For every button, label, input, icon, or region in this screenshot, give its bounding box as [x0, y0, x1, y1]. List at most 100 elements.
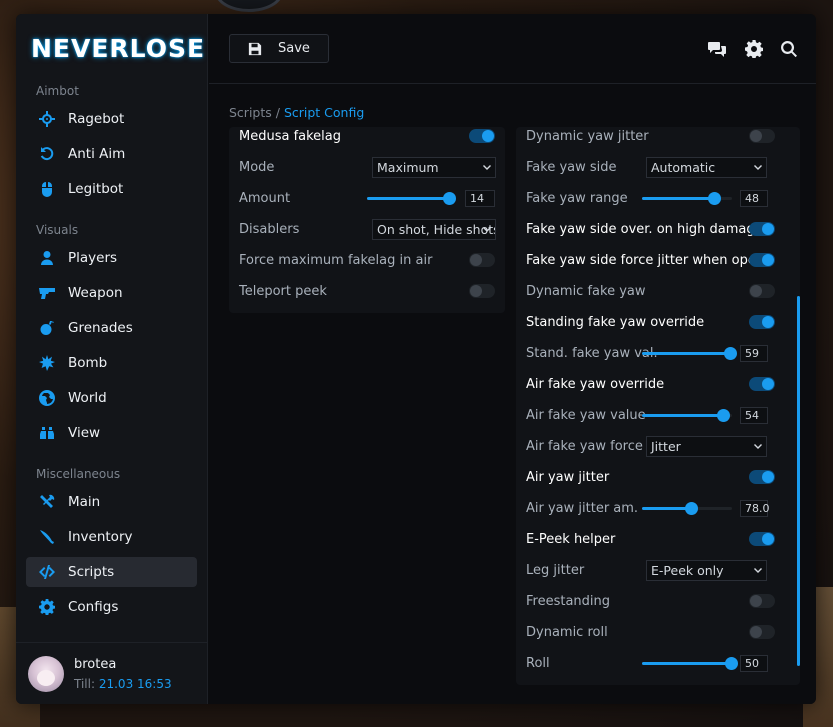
main-area: Save Scripts / Script Config Medusa fake… — [209, 14, 816, 704]
slider-stand-fake-yaw-val[interactable] — [642, 347, 737, 360]
slider-value[interactable]: 50 — [740, 655, 768, 672]
setting-label: Air yaw jitter — [526, 470, 610, 485]
till-value: 21.03 16:53 — [98, 677, 172, 691]
toggle-dynamic-roll[interactable] — [749, 625, 775, 639]
slider-knob[interactable] — [725, 657, 738, 670]
toggle-knob — [750, 130, 762, 142]
slider-knob[interactable] — [708, 192, 721, 205]
toggle-air-fake-yaw-override[interactable] — [749, 377, 775, 391]
slider-knob[interactable] — [685, 502, 698, 515]
sidebar-item-label: Scripts — [68, 564, 115, 580]
toggle-knob — [762, 316, 774, 328]
sidebar-item-label: Anti Aim — [68, 146, 126, 162]
dropdown-air-fake-yaw-force-side[interactable]: Jitter — [646, 436, 767, 457]
sidebar-item-anti-aim[interactable]: Anti Aim — [26, 139, 197, 169]
slider-value[interactable]: 78.0 — [740, 500, 770, 517]
setting-label: Dynamic yaw jitter — [526, 129, 649, 144]
rotate-icon — [38, 146, 55, 163]
toggle-standing-fake-yaw-override[interactable] — [749, 315, 775, 329]
slider-knob[interactable] — [724, 347, 737, 360]
toggle-freestanding[interactable] — [749, 594, 775, 608]
toggle-force-maximum-fakelag-in-air[interactable] — [469, 253, 495, 267]
dropdown-mode[interactable]: Maximum — [372, 157, 496, 178]
sidebar-item-label: Inventory — [68, 529, 133, 545]
toggle-knob — [470, 254, 482, 266]
gun-icon — [38, 285, 55, 302]
setting-label: Air fake yaw value — [526, 408, 646, 423]
slider-air-yaw-jitter-am[interactable] — [642, 502, 732, 515]
globe-icon — [38, 390, 55, 407]
toggle-medusa-fakelag[interactable] — [469, 129, 495, 143]
dropdown-fake-yaw-side[interactable]: Automatic — [646, 157, 767, 178]
sidebar-item-scripts[interactable]: Scripts — [26, 557, 197, 587]
toggle-knob — [762, 378, 774, 390]
slider-knob[interactable] — [717, 409, 730, 422]
gear-icon[interactable] — [745, 40, 764, 59]
sidebar-item-label: View — [68, 425, 101, 441]
slider-amount[interactable] — [367, 192, 456, 205]
sidebar-item-label: World — [68, 390, 107, 406]
toggle-dynamic-fake-yaw[interactable] — [749, 284, 775, 298]
slider-knob[interactable] — [443, 192, 456, 205]
sidebar-item-label: Players — [68, 250, 118, 266]
sidebar-item-view[interactable]: View — [26, 418, 197, 448]
sidebar-item-legitbot[interactable]: Legitbot — [26, 174, 197, 204]
setting-row-dynamic-fake-yaw: Dynamic fake yaw — [516, 276, 800, 307]
setting-row-fake-yaw-side-force-jitter-when-open: Fake yaw side force jitter when open — [516, 245, 800, 276]
username: brotea — [74, 657, 117, 672]
brand-logo: NEVERLOSE — [31, 34, 206, 63]
slider-air-fake-yaw-value[interactable] — [642, 409, 732, 422]
setting-label: Stand. fake yaw val. — [526, 346, 658, 361]
toggle-air-yaw-jitter[interactable] — [749, 470, 775, 484]
sidebar-item-world[interactable]: World — [26, 383, 197, 413]
search-icon[interactable] — [780, 40, 798, 58]
setting-row-force-maximum-fakelag-in-air: Force maximum fakelag in air — [229, 245, 505, 276]
slider-value[interactable]: 14 — [465, 190, 495, 207]
setting-label: Disablers — [239, 222, 300, 237]
setting-label: Fake yaw side — [526, 160, 617, 175]
sidebar-item-configs[interactable]: Configs — [26, 592, 197, 622]
slider-value[interactable]: 59 — [740, 345, 768, 362]
breadcrumb: Scripts / Script Config — [229, 105, 364, 120]
floppy-disk-icon — [248, 42, 262, 55]
toggle-knob — [762, 254, 774, 266]
dropdown-disablers[interactable]: On shot, Hide shots — [372, 219, 496, 240]
toggle-teleport-peek[interactable] — [469, 284, 495, 298]
toggle-fake-yaw-side-force-jitter-when-open[interactable] — [749, 253, 775, 267]
toggle-fake-yaw-side-over-on-high-damage[interactable] — [749, 222, 775, 236]
toggle-e-peek-helper[interactable] — [749, 532, 775, 546]
sidebar-item-inventory[interactable]: Inventory — [26, 522, 197, 552]
chevron-down-icon — [482, 223, 492, 233]
setting-row-dynamic-roll: Dynamic roll — [516, 617, 800, 648]
setting-label: Fake yaw range — [526, 191, 628, 206]
setting-row-teleport-peek: Teleport peek — [229, 276, 505, 307]
breadcrumb-parent[interactable]: Scripts — [229, 105, 272, 120]
toggle-knob — [762, 223, 774, 235]
slider-fill — [642, 352, 730, 355]
slider-value[interactable]: 54 — [740, 407, 768, 424]
sidebar-item-main[interactable]: Main — [26, 487, 197, 517]
chat-icon[interactable] — [708, 40, 726, 58]
section-label-visuals: Visuals — [36, 223, 79, 237]
sidebar-item-ragebot[interactable]: Ragebot — [26, 104, 197, 134]
slider-fill — [367, 197, 449, 200]
setting-row-air-yaw-jitter-am: Air yaw jitter am. 78.0 — [516, 493, 800, 524]
chevron-down-icon — [482, 161, 492, 171]
toggle-knob — [762, 533, 774, 545]
save-button[interactable]: Save — [229, 34, 329, 63]
sidebar-item-grenades[interactable]: Grenades — [26, 313, 197, 343]
left-settings-panel: Medusa fakelag Mode Maximum Amount 14 Disable… — [229, 127, 505, 313]
section-label-miscellaneous: Miscellaneous — [36, 467, 121, 481]
gear-icon — [38, 599, 55, 616]
dropdown-leg-jitter[interactable]: E-Peek only — [646, 560, 767, 581]
sidebar-item-bomb[interactable]: Bomb — [26, 348, 197, 378]
avatar[interactable] — [28, 656, 64, 692]
slider-roll[interactable] — [642, 657, 738, 670]
sidebar-item-players[interactable]: Players — [26, 243, 197, 273]
slider-value[interactable]: 48 — [740, 190, 768, 207]
toggle-dynamic-yaw-jitter[interactable] — [749, 129, 775, 143]
setting-row-fake-yaw-side: Fake yaw side Automatic — [516, 152, 800, 183]
sidebar-item-weapon[interactable]: Weapon — [26, 278, 197, 308]
slider-fake-yaw-range[interactable] — [642, 192, 732, 205]
save-label: Save — [278, 41, 310, 56]
